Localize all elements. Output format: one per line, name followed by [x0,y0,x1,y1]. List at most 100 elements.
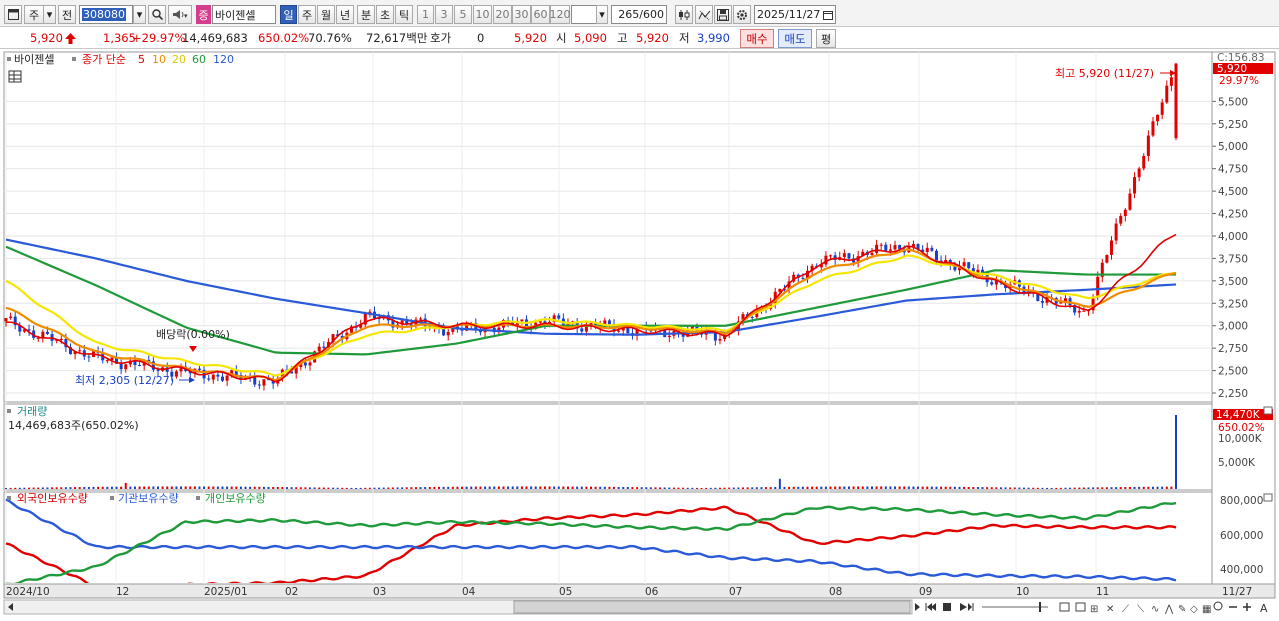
candle [1137,168,1141,178]
volume-bar [124,482,127,489]
candle [557,315,561,319]
search-icon[interactable] [148,5,166,24]
candle [78,350,82,352]
step-120[interactable]: 120 [550,5,571,24]
legend-ma20: 20 [172,53,186,66]
panel-close-icon[interactable] [1263,493,1273,502]
candle-type-icon[interactable] [675,5,693,24]
volume-bar [281,487,284,489]
high-value: 5,920 [636,31,669,45]
step-10[interactable]: 10 [473,5,492,24]
crosshair-icon[interactable]: ✕ [1106,604,1114,615]
chart-app: { "toolbar": { "menu_icon": "window-menu… [0,0,1279,621]
table-icon[interactable] [8,70,22,83]
high-annotation: 최고 5,920 (11/27) [1055,67,1154,80]
volume-bar [23,487,26,489]
volume-bar [1156,486,1159,489]
volume-bar [778,478,781,489]
volume-bar [414,487,417,489]
volume-bar [797,486,800,489]
speaker-icon[interactable]: ▾ [168,5,192,24]
volume-bar [235,486,238,489]
zoom-search-icon[interactable] [1213,601,1223,611]
period-year[interactable]: 년 [336,5,354,24]
line-tool-icon[interactable] [695,5,713,24]
price-tick: 5,000 [1218,141,1248,153]
volume-bar [1119,487,1122,489]
code-input[interactable]: 308080 [79,5,133,24]
panel-close-icon[interactable] [1263,406,1273,415]
sell-button[interactable]: 매도 [778,29,812,48]
volume-bar [189,486,192,489]
step-custom-input[interactable] [571,5,597,24]
trend-icon[interactable]: ⟋ [1122,604,1129,615]
step-20[interactable]: 20 [493,5,512,24]
gear-icon[interactable] [733,5,751,24]
stock-name-field[interactable]: 바이젠셀 [212,5,276,24]
legend-marker [7,57,11,61]
candle [257,384,261,386]
window-icon[interactable] [1059,602,1070,612]
split-icon[interactable] [1075,602,1086,612]
scroll-right-icon[interactable] [915,603,920,611]
sell-label: 매도 [784,31,806,46]
code-dropdown-icon[interactable]: ▾ [133,5,146,24]
buy-button[interactable]: 매수 [740,29,774,48]
volume-bar [428,487,431,489]
font-size-icon[interactable]: A [1260,602,1268,615]
pen-icon[interactable]: ✎ [1178,604,1186,615]
step-3[interactable]: 3 [435,5,453,24]
price-value: 5,920 [30,30,76,46]
volume-bar [1059,487,1062,489]
last-page-icon[interactable] [968,603,974,611]
step-dropdown-icon[interactable]: ▾ [596,5,608,24]
volume-bar [894,486,897,489]
candle [174,371,178,377]
play-icon[interactable] [960,603,967,611]
volume-bar [967,486,970,489]
market-label: 주 [28,8,40,22]
first-page-icon[interactable] [925,603,936,611]
period-week[interactable]: 주 [298,5,316,24]
volume-bar [451,486,454,489]
step-1[interactable]: 1 [417,5,434,24]
zoom-slider[interactable] [982,602,1048,612]
save-icon[interactable] [714,5,732,24]
step-60[interactable]: 60 [531,5,550,24]
chart-canvas[interactable]: 바이젠셀 종가 단순 5 10 20 60 120 최고 5,920 (11/2… [0,49,1279,621]
grid-icon[interactable]: ⊞ [1090,604,1098,615]
candle [824,255,828,265]
calendar-icon[interactable] [823,10,834,20]
scroll-thumb[interactable] [513,600,911,614]
window-menu-icon[interactable] [4,5,22,24]
shape-icon[interactable]: ◇ [1190,604,1198,615]
volume-bar [636,487,639,489]
count-input[interactable]: 265/600 [611,5,667,24]
step-30[interactable]: 30 [512,5,531,24]
period-second[interactable]: 초 [376,5,394,24]
date-input[interactable]: 2025/11/27 [754,5,836,24]
period-icon[interactable]: ⟍ [1137,604,1144,615]
period-month[interactable]: 월 [317,5,335,24]
zoom-in-icon[interactable] [1243,603,1251,611]
wave-icon[interactable]: ∿ [1151,604,1159,615]
volume-bar [677,487,680,489]
price-tick: 3,750 [1218,253,1248,265]
eval-button[interactable]: 평 [816,29,836,48]
price-text: 5,920 [30,31,63,45]
market-dropdown-icon[interactable]: ▾ [43,5,56,24]
volume-bar [1138,486,1141,489]
step-5[interactable]: 5 [454,5,472,24]
candle [930,247,934,251]
prev-button[interactable]: 전 [58,5,76,24]
period-tick[interactable]: 틱 [395,5,413,24]
fib-icon[interactable]: ⋀ [1164,604,1174,615]
dividend-annotation: 배당락(0.00%) [156,328,230,341]
chart-icon[interactable]: ▦ [1202,604,1211,615]
stop-icon[interactable] [943,603,951,611]
period-day[interactable]: 일 [280,5,297,24]
volume-bar [576,486,579,489]
period-minute[interactable]: 분 [357,5,375,24]
volume-bar [465,486,468,489]
market-select[interactable]: 주 [24,5,44,24]
